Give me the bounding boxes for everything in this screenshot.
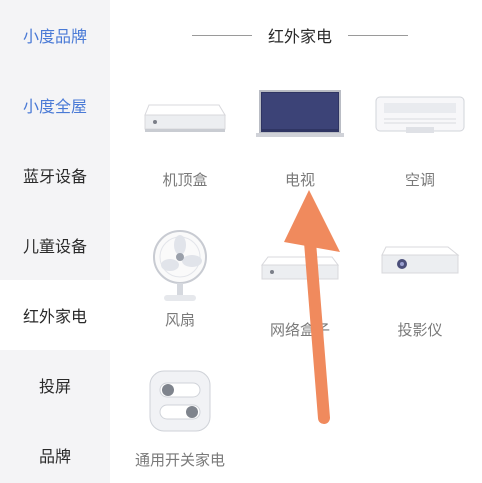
sidebar-item-label: 小度品牌	[22, 27, 87, 46]
sidebar-item-label: 投屏	[38, 377, 71, 396]
sidebar-item-label: 品牌	[38, 447, 71, 466]
set-top-box-icon	[125, 85, 245, 165]
switch-icon	[120, 365, 240, 445]
sidebar-item-xiaodu-whole-house[interactable]: 小度全屋	[0, 70, 110, 140]
sidebar-item-bluetooth-devices[interactable]: 蓝牙设备	[0, 140, 110, 210]
tv-icon	[240, 85, 360, 165]
sidebar-item-infrared-appliances[interactable]: 红外家电	[0, 280, 110, 350]
sidebar-item-label: 儿童设备	[22, 237, 87, 256]
divider-left	[192, 34, 252, 36]
tile-label: 风扇	[164, 311, 195, 329]
air-conditioner-icon	[360, 85, 480, 165]
network-box-icon	[240, 235, 360, 315]
tile-label: 机顶盒	[162, 171, 208, 189]
sidebar-item-kids-devices[interactable]: 儿童设备	[0, 210, 110, 280]
tile-tv[interactable]: 电视	[240, 85, 360, 205]
section-header: 红外家电	[192, 20, 408, 50]
tile-label: 电视	[284, 171, 315, 189]
sidebar: 小度品牌 小度全屋 蓝牙设备 儿童设备 红外家电 投屏 品牌	[0, 0, 110, 483]
tile-network-box[interactable]: 网络盒子	[240, 235, 360, 355]
screen: 小度品牌 小度全屋 蓝牙设备 儿童设备 红外家电 投屏 品牌 红外家电 机顶盒 …	[0, 0, 482, 483]
section-title: 红外家电	[267, 27, 332, 46]
fan-icon	[120, 225, 240, 305]
projector-icon	[360, 235, 480, 315]
sidebar-item-screen-cast[interactable]: 投屏	[0, 350, 110, 420]
tile-air-conditioner[interactable]: 空调	[360, 85, 480, 205]
tile-fan[interactable]: 风扇	[120, 225, 240, 345]
tile-projector[interactable]: 投影仪	[360, 235, 480, 355]
tile-set-top-box[interactable]: 机顶盒	[125, 85, 245, 205]
tile-label: 空调	[404, 171, 435, 189]
sidebar-item-label: 小度全屋	[22, 97, 87, 116]
divider-right	[347, 34, 408, 36]
tile-label: 网络盒子	[269, 321, 330, 339]
sidebar-item-xiaodu-brand[interactable]: 小度品牌	[0, 0, 110, 70]
sidebar-item-brand[interactable]: 品牌	[0, 420, 110, 483]
tile-universal-switch[interactable]: 通用开关家电	[120, 365, 240, 483]
sidebar-item-label: 红外家电	[22, 307, 87, 326]
tile-label: 投影仪	[397, 321, 443, 339]
tile-label: 通用开关家电	[134, 451, 225, 469]
sidebar-item-label: 蓝牙设备	[22, 167, 87, 186]
